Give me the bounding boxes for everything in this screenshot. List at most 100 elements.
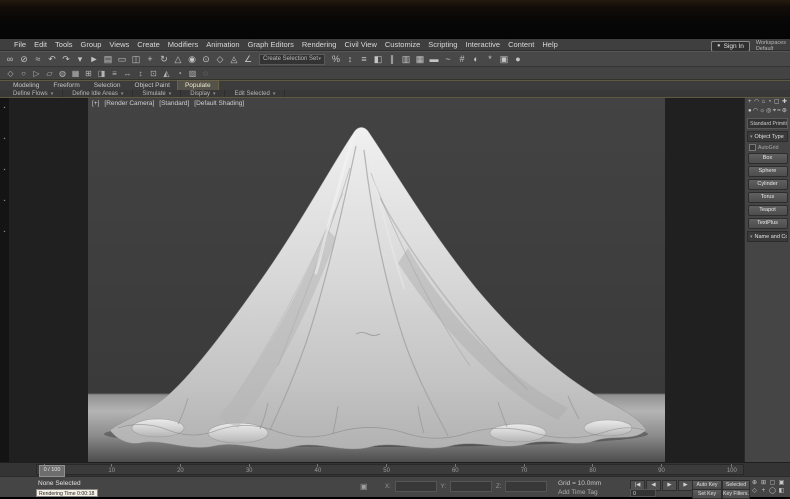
menu-item-civil-view[interactable]: Civil View [340, 40, 380, 49]
grid-snap-icon[interactable]: ⊡ [147, 68, 160, 79]
rendered-frame-window-icon[interactable]: ▣ [497, 53, 511, 66]
shapes-category-icon[interactable]: ◠ [753, 108, 758, 115]
maximize-viewport-icon[interactable]: ◧ [777, 487, 786, 495]
ribbon-panel-define-idle-areas[interactable]: Define Idle Areas▾ [63, 90, 133, 97]
zoom-all-icon[interactable]: ⊞ [759, 479, 768, 487]
select-and-move-icon[interactable]: + [143, 53, 157, 66]
selection-filter-icon[interactable]: ▾ [73, 53, 87, 66]
modify-tab-icon[interactable]: ◠ [754, 99, 759, 106]
snaps-toggle-icon[interactable]: ◬ [227, 53, 241, 66]
curve-editor-icon[interactable]: ~ [441, 53, 455, 66]
menu-item-edit[interactable]: Edit [30, 40, 51, 49]
zoom-icon[interactable]: ⊕ [750, 479, 759, 487]
ribbon-tab-selection[interactable]: Selection [87, 81, 128, 90]
set-key-button[interactable]: Set Key [692, 489, 722, 499]
object-type-button-box[interactable]: Box [748, 153, 788, 164]
menu-item-scripting[interactable]: Scripting [424, 40, 461, 49]
play-animation-icon[interactable]: ▶ [662, 480, 677, 491]
light-lister-icon[interactable]: ◍ [56, 68, 69, 79]
align-icon[interactable]: ∥ [385, 53, 399, 66]
menu-item-modifiers[interactable]: Modifiers [164, 40, 202, 49]
time-slider-handle[interactable]: 0 / 100 [39, 465, 65, 477]
next-frame-icon[interactable]: ▶ [678, 480, 693, 491]
viewport[interactable]: [+] [Render Camera] [Standard] [Default … [88, 98, 665, 462]
menu-item-group[interactable]: Group [77, 40, 106, 49]
viewport-layout-tab-icon[interactable]: ▪ [4, 137, 6, 142]
angle-snap-icon[interactable]: ∠ [241, 53, 255, 66]
unlink-selection-icon[interactable]: ⊘ [17, 53, 31, 66]
select-and-manipulate-icon[interactable]: ◇ [213, 53, 227, 66]
viewport-layout-tab-icon[interactable]: ▪ [4, 168, 6, 173]
select-and-place-icon[interactable]: ◉ [185, 53, 199, 66]
helpers-category-icon[interactable]: ⌖ [773, 108, 776, 115]
space-warps-category-icon[interactable]: ≈ [777, 108, 780, 115]
pan-view-icon[interactable]: + [759, 487, 768, 495]
select-by-name-icon[interactable]: ▤ [101, 53, 115, 66]
menu-item-graph-editors[interactable]: Graph Editors [244, 40, 298, 49]
ribbon-tab-object-paint[interactable]: Object Paint [128, 81, 177, 90]
object-type-button-sphere[interactable]: Sphere [748, 166, 788, 177]
bind-to-space-warp-icon[interactable]: ≈ [31, 53, 45, 66]
menu-item-customize[interactable]: Customize [381, 40, 424, 49]
lights-category-icon[interactable]: ☼ [759, 108, 765, 115]
create-tab-icon[interactable]: + [748, 99, 752, 106]
select-and-scale-icon[interactable]: △ [171, 53, 185, 66]
current-frame-field[interactable]: 0 [630, 489, 656, 497]
coord-input-x[interactable] [395, 481, 437, 492]
viewport-layout-tab-icon[interactable]: ▪ [4, 106, 6, 111]
orbit-icon[interactable]: ◯ [768, 487, 777, 495]
add-time-tag[interactable]: Add Time Tag [558, 489, 598, 496]
viewport-layout-tab-icon[interactable]: ▪ [4, 199, 6, 204]
mirror-icon[interactable]: ◧ [371, 53, 385, 66]
menu-item-content[interactable]: Content [504, 40, 538, 49]
spinner-snap-icon[interactable]: ↕ [343, 53, 357, 66]
named-sets-icon[interactable]: ≡ [108, 68, 121, 79]
viewport-menu-plus[interactable]: [+] [92, 100, 99, 107]
percent-snap-icon[interactable]: % [329, 53, 343, 66]
menu-item-interactive[interactable]: Interactive [461, 40, 504, 49]
rollout-name-and-color[interactable]: ▾ Name and Color [747, 231, 788, 242]
window-crossing-icon[interactable]: ◫ [129, 53, 143, 66]
undo-icon[interactable]: ↶ [45, 53, 59, 66]
toggle-ribbon-icon[interactable]: ▬ [427, 53, 441, 66]
array-tool-icon[interactable]: ◇ [4, 68, 17, 79]
hierarchy-tab-icon[interactable]: ⌂ [762, 99, 766, 106]
object-type-button-teapot[interactable]: Teapot [748, 205, 788, 216]
viewport-shading-label[interactable]: [Default Shading] [194, 100, 244, 107]
material-editor-icon[interactable]: ◐ [469, 53, 483, 66]
viewport-canvas[interactable] [88, 98, 665, 462]
motion-tab-icon[interactable]: ◔ [768, 99, 772, 106]
redo-icon[interactable]: ↷ [59, 53, 73, 66]
ribbon-panel-define-flows[interactable]: Define Flows▾ [4, 90, 63, 97]
viewport-render-preset-label[interactable]: [Standard] [159, 100, 189, 107]
object-type-button-torus[interactable]: Torus [748, 192, 788, 203]
normal-align-icon[interactable]: ▱ [43, 68, 56, 79]
menu-item-views[interactable]: Views [105, 40, 133, 49]
menu-item-help[interactable]: Help [538, 40, 561, 49]
utilities-tab-icon[interactable]: ✚ [782, 99, 787, 106]
selection-set-combo[interactable]: Create Selection Set ▾ [259, 54, 325, 65]
zoom-extents-icon[interactable]: ▢ [768, 479, 777, 487]
menu-item-tools[interactable]: Tools [51, 40, 77, 49]
autogrid-checkbox[interactable]: AutoGrid [749, 144, 786, 151]
viewport-layout-tab-icon[interactable]: ▪ [4, 230, 6, 235]
rectangular-selection-icon[interactable]: ▭ [115, 53, 129, 66]
render-region-icon[interactable]: ▨ [186, 68, 199, 79]
toggle-layer-explorer-icon[interactable]: ▦ [413, 53, 427, 66]
render-production-icon[interactable]: ● [511, 53, 525, 66]
ribbon-panel-edit-selected[interactable]: Edit Selected▾ [225, 90, 285, 97]
snapshot-icon[interactable]: ▷ [30, 68, 43, 79]
isolate-selection-icon[interactable]: ◭ [160, 68, 173, 79]
systems-category-icon[interactable]: ⊛ [782, 108, 787, 115]
time-configuration-icon[interactable]: ◔ [173, 68, 186, 79]
coord-input-z[interactable] [505, 481, 547, 492]
track-bar[interactable]: 0102030405060708090100 [36, 464, 744, 475]
rollout-object-type[interactable]: ▾ Object Type [747, 131, 788, 142]
render-setup-icon[interactable]: * [483, 53, 497, 66]
viewport-pov-label[interactable]: [Render Camera] [104, 100, 154, 107]
transform-toolbox-icon[interactable]: ↕ [134, 68, 147, 79]
select-and-rotate-icon[interactable]: ↻ [157, 53, 171, 66]
cameras-category-icon[interactable]: ◎ [766, 108, 771, 115]
display-floater-icon[interactable]: ▦ [69, 68, 82, 79]
ribbon-tab-populate[interactable]: Populate [177, 80, 219, 90]
